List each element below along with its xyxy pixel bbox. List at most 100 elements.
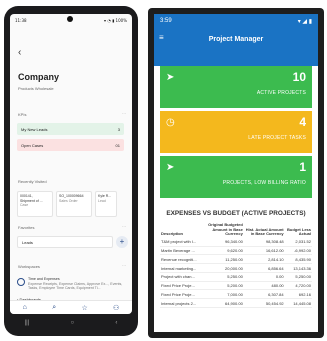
clock-icon: [17, 278, 25, 286]
table-cell: 5,200.00: [197, 281, 244, 291]
table-cell: 5,250.00: [197, 272, 244, 282]
tile-number: 4: [299, 115, 306, 129]
tile-label: ACTIVE PROJECTS: [256, 90, 306, 96]
table-title: EXPENSES VS BUDGET (ACTIVE PROJECTS): [166, 210, 306, 217]
table-cell: 2,031.52: [284, 237, 312, 247]
recent-card[interactable]: 000141, Shipment of ... Case: [17, 191, 53, 217]
table-row[interactable]: Fixed Price Proje... 5,200.00 480.00 4,720.…: [160, 281, 312, 291]
home-icon[interactable]: ⌂: [23, 304, 27, 311]
column-header[interactable]: Budget Less Actual: [285, 222, 312, 238]
table-row[interactable]: Internal marketing... 20,000.00 6,856.64 13…: [160, 263, 312, 273]
table-cell: Martin Beverage ...: [160, 246, 198, 256]
favorite-item-leads[interactable]: Leads: [17, 236, 113, 248]
android-nav-bar: ||| ○ ‹: [4, 318, 138, 328]
table-cell: 13,143.36: [284, 263, 312, 273]
column-header[interactable]: Hist. Actual Amount in Base Currency: [244, 222, 285, 238]
column-header[interactable]: Original Budgeted Amount in Base Currenc…: [198, 222, 244, 238]
column-header[interactable]: Description: [160, 222, 198, 238]
recent-card[interactable]: SO_100009664 Sales Order: [56, 191, 92, 217]
back-arrow-icon[interactable]: ‹: [18, 48, 21, 58]
recent-card[interactable]: Kyle R... Lead: [95, 191, 117, 217]
search-icon[interactable]: ⌕: [52, 304, 56, 312]
table-cell: 50,454.92: [243, 298, 285, 309]
table-cell: 11,250.00: [197, 254, 244, 265]
table-cell: Fixed Price Proje...: [160, 289, 198, 300]
phone-left: 11:38 ▾ ◔ ▮ 100% ‹ Company Products Whol…: [4, 6, 138, 336]
expenses-table: Description Original Budgeted Amount in …: [160, 222, 312, 309]
back-icon[interactable]: ‹: [115, 320, 117, 326]
page-title: Company: [18, 72, 60, 82]
home-circle-icon[interactable]: ○: [71, 320, 75, 326]
recent-list: 000141, Shipment of ... Case SO_10000966…: [17, 191, 117, 217]
table-cell: Revenue recogniti...: [160, 254, 198, 265]
tile-active-projects[interactable]: ➤ 10 ACTIVE PROJECTS: [160, 66, 312, 108]
workspaces-more-icon[interactable]: ···: [122, 263, 126, 268]
table-cell: 64,900.00: [197, 298, 244, 309]
table-cell: 2,814.10: [243, 254, 285, 265]
table-cell: 14,445.08: [284, 298, 312, 309]
tile-late-project-tasks[interactable]: ◷ 4 LATE PROJECT TASKS: [160, 111, 312, 153]
star-icon[interactable]: ☆: [81, 304, 87, 312]
table-cell: 16,612.00: [243, 246, 285, 256]
bottom-tab-bar: ⌂ ⌕ ☆ ⚇: [10, 300, 132, 314]
status-time: 11:38: [15, 17, 27, 23]
table-row[interactable]: Revenue recogniti... 11,250.00 2,814.10 8,4…: [160, 254, 312, 265]
tile-label: LATE PROJECT TASKS: [248, 135, 306, 141]
kpi-label: My New Leads: [21, 126, 48, 132]
tile-label: PROJECTS, LOW BILLING RATIO: [222, 180, 306, 186]
kpi-label: Open Cases: [21, 142, 44, 148]
table-cell: 0.00: [243, 272, 285, 282]
table-row[interactable]: Martin Beverage ... 9,620.00 16,612.00 -6,9…: [160, 246, 312, 256]
clock-icon: ◷: [166, 117, 175, 128]
table-cell: Internal marketing...: [160, 263, 198, 273]
kpi-value: 3: [117, 126, 120, 132]
table-cell: 9,620.00: [197, 246, 244, 256]
recent-apps-icon[interactable]: |||: [25, 320, 30, 326]
table-cell: Project with chan...: [160, 272, 198, 282]
tile-low-billing-ratio[interactable]: ➤ 1 PROJECTS, LOW BILLING RATIO: [160, 156, 312, 198]
status-bar: 3:59 ▾ ◢ ▮: [154, 14, 318, 28]
add-favorite-button[interactable]: +: [116, 236, 128, 248]
page-subtitle: Products Wholesale: [18, 86, 54, 91]
table-row[interactable]: Internal projects 2... 64,900.00 50,454.92…: [160, 298, 312, 309]
kpis-more-icon[interactable]: ···: [122, 111, 126, 116]
status-icons: ▾ ◔ ▮ 100%: [104, 17, 127, 23]
arrow-icon: ➤: [166, 72, 175, 83]
table-cell: -6,992.00: [284, 246, 312, 256]
phone-right-screen: 3:59 ▾ ◢ ▮ ≡ Project Manager ➤ 10 ACTIVE…: [154, 14, 318, 332]
table-row[interactable]: Fixed Price Proje... 7,000.00 6,307.84 692.…: [160, 289, 312, 300]
table-cell: T&M project with I...: [160, 237, 198, 247]
table-cell: 692.16: [284, 289, 312, 300]
arrow-icon: ➤: [166, 162, 175, 173]
kpis-label: KPIs: [18, 112, 27, 117]
table-row[interactable]: Project with chan... 5,250.00 0.00 5,250.00: [160, 272, 312, 282]
table-cell: 96,340.00: [197, 237, 244, 247]
favorites-label: Favorites: [18, 225, 35, 230]
table-cell: 98,308.48: [243, 237, 285, 247]
profile-icon[interactable]: ⚇: [113, 304, 119, 312]
recent-type: Case: [20, 203, 29, 207]
table-row[interactable]: T&M project with I... 96,340.00 98,308.48 2…: [160, 237, 312, 247]
recent-type: Sales Order: [59, 198, 78, 203]
table-cell: 7,000.00: [197, 289, 244, 300]
kpi-new-leads[interactable]: My New Leads 3: [17, 123, 124, 135]
tile-number: 1: [299, 160, 306, 174]
table-cell: 6,307.84: [243, 289, 285, 300]
workspace-desc: Expense Receipts, Expense Claims, Approv…: [28, 281, 123, 291]
page-title: Project Manager: [208, 36, 264, 43]
recent-type: Lead: [98, 198, 106, 203]
table-cell: Fixed Price Proje...: [160, 281, 198, 291]
app-header: 3:59 ▾ ◢ ▮ ≡ Project Manager: [154, 14, 318, 66]
status-time: 3:59: [160, 18, 172, 24]
table-body: T&M project with I... 96,340.00 98,308.48 2…: [160, 237, 312, 309]
status-icons: ▾ ◢ ▮: [297, 18, 312, 25]
table-cell: 20,000.00: [197, 263, 244, 273]
table-cell: 8,435.90: [284, 254, 312, 265]
favorites-more-icon[interactable]: ···: [122, 224, 126, 229]
kpi-open-cases[interactable]: Open Cases 01: [17, 139, 124, 151]
table-cell: Internal projects 2...: [160, 298, 198, 309]
table-cell: 5,250.00: [284, 272, 312, 282]
workspace-time-expenses[interactable]: Time and Expenses Expense Receipts, Expe…: [17, 277, 127, 291]
recent-label: Recently Visited: [18, 179, 47, 184]
table-header-row: Description Original Budgeted Amount in …: [160, 222, 312, 238]
